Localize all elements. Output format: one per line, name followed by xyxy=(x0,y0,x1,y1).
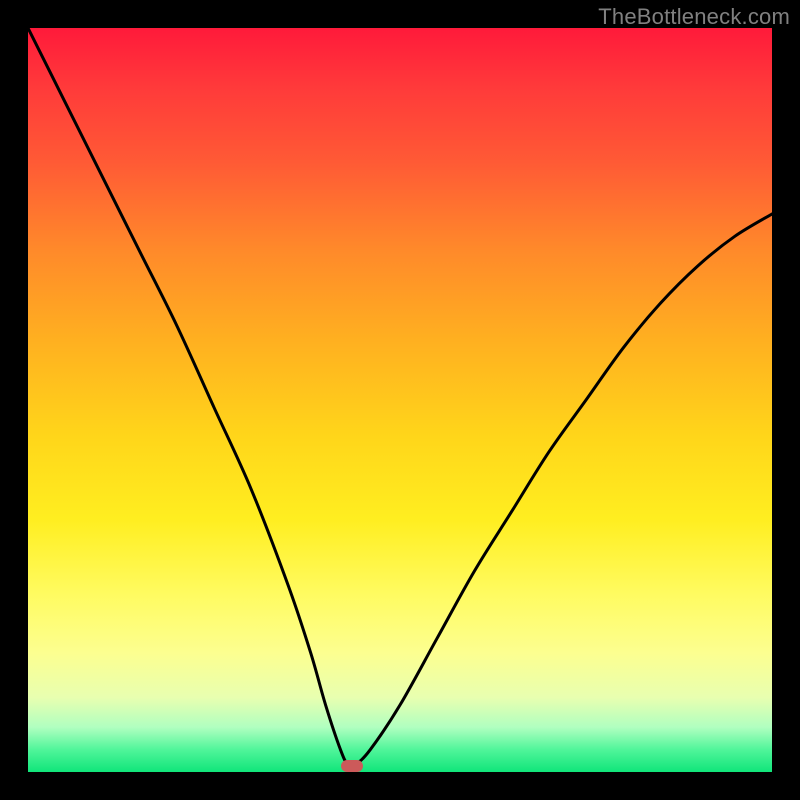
optimum-marker xyxy=(341,760,363,772)
chart-container: TheBottleneck.com xyxy=(0,0,800,800)
plot-area xyxy=(28,28,772,772)
bottleneck-curve xyxy=(28,28,772,772)
watermark: TheBottleneck.com xyxy=(598,4,790,30)
